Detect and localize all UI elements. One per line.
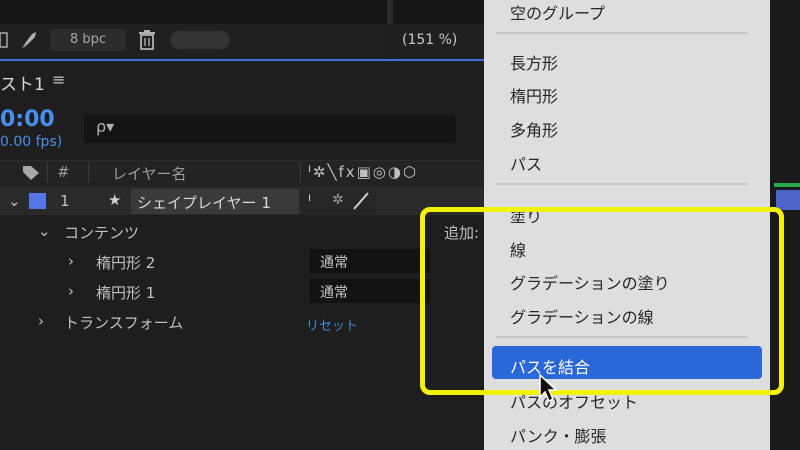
comp-tab-title[interactable]: スト1 bbox=[0, 70, 45, 95]
shape-layer-star-icon: ★ bbox=[108, 191, 122, 209]
layer-search-input[interactable] bbox=[84, 115, 456, 143]
menu-item-polygon[interactable]: 多角形 bbox=[510, 117, 558, 141]
contents-chevron-icon[interactable]: ⌄ bbox=[38, 222, 51, 240]
expand-chevron-icon[interactable]: ⌄ bbox=[8, 192, 21, 210]
layer-number: 1 bbox=[60, 192, 70, 210]
blend-mode-value[interactable]: 通常 bbox=[320, 252, 348, 272]
fps-display: 0.00 fps) bbox=[0, 134, 63, 150]
panel-menu-icon[interactable]: ≡ bbox=[52, 70, 65, 89]
column-divider bbox=[300, 163, 301, 183]
chevron-right-icon[interactable]: › bbox=[68, 282, 74, 300]
mouse-pointer-icon bbox=[538, 373, 560, 407]
menu-separator bbox=[496, 32, 748, 34]
annotation-highlight-box bbox=[420, 207, 784, 395]
work-area-bar[interactable] bbox=[774, 183, 800, 187]
collapse-switch-icon[interactable]: ✲ bbox=[332, 192, 344, 208]
bit-depth-button[interactable]: 8 bpc bbox=[50, 29, 126, 51]
chevron-right-icon[interactable]: › bbox=[68, 252, 74, 270]
switches-icons-header: ᑊ✲╲fx▣◎◑⬡ bbox=[308, 163, 419, 181]
tag-icon[interactable] bbox=[22, 165, 40, 181]
grid-icon[interactable] bbox=[0, 30, 8, 50]
layer-name-label[interactable]: シェイプレイヤー 1 bbox=[137, 192, 271, 213]
layer-duration-bar[interactable] bbox=[776, 190, 800, 210]
chevron-right-icon[interactable]: › bbox=[38, 312, 44, 330]
viewer-divider bbox=[387, 0, 393, 24]
blend-mode-value[interactable]: 通常 bbox=[320, 282, 348, 302]
shy-switch-icon[interactable]: ᑊ bbox=[308, 192, 311, 210]
menu-item-empty-group[interactable]: 空のグループ bbox=[510, 0, 605, 24]
transform-group-label: トランスフォーム bbox=[64, 314, 184, 332]
menu-item-pucker-bloat[interactable]: パンク・膨張 bbox=[510, 423, 606, 447]
menu-separator bbox=[496, 183, 748, 185]
rocket-icon[interactable] bbox=[18, 30, 40, 52]
trash-icon[interactable] bbox=[137, 29, 157, 51]
menu-item-rectangle[interactable]: 長方形 bbox=[510, 50, 558, 74]
column-divider bbox=[47, 163, 48, 183]
menu-item-ellipse[interactable]: 楕円形 bbox=[510, 83, 558, 107]
zoom-level-button[interactable]: (151 %) bbox=[402, 29, 476, 51]
search-icon[interactable]: ρ▾ bbox=[96, 117, 114, 136]
layer-color-label[interactable] bbox=[29, 193, 46, 209]
toolbar-slider-pill[interactable] bbox=[170, 31, 230, 49]
menu-item-path[interactable]: パス bbox=[510, 151, 542, 175]
shape-item-label: 楕円形 1 bbox=[96, 284, 156, 302]
column-layer-name-header[interactable]: レイヤー名 bbox=[112, 163, 187, 184]
column-divider bbox=[88, 163, 89, 183]
quality-switch-icon[interactable] bbox=[352, 191, 370, 211]
current-time-display[interactable]: 0:00 bbox=[0, 107, 55, 132]
column-number-header: # bbox=[57, 163, 70, 181]
transform-reset-link[interactable]: リセット bbox=[306, 315, 358, 334]
contents-group-label: コンテンツ bbox=[64, 224, 140, 242]
shape-item-label: 楕円形 2 bbox=[96, 254, 156, 272]
